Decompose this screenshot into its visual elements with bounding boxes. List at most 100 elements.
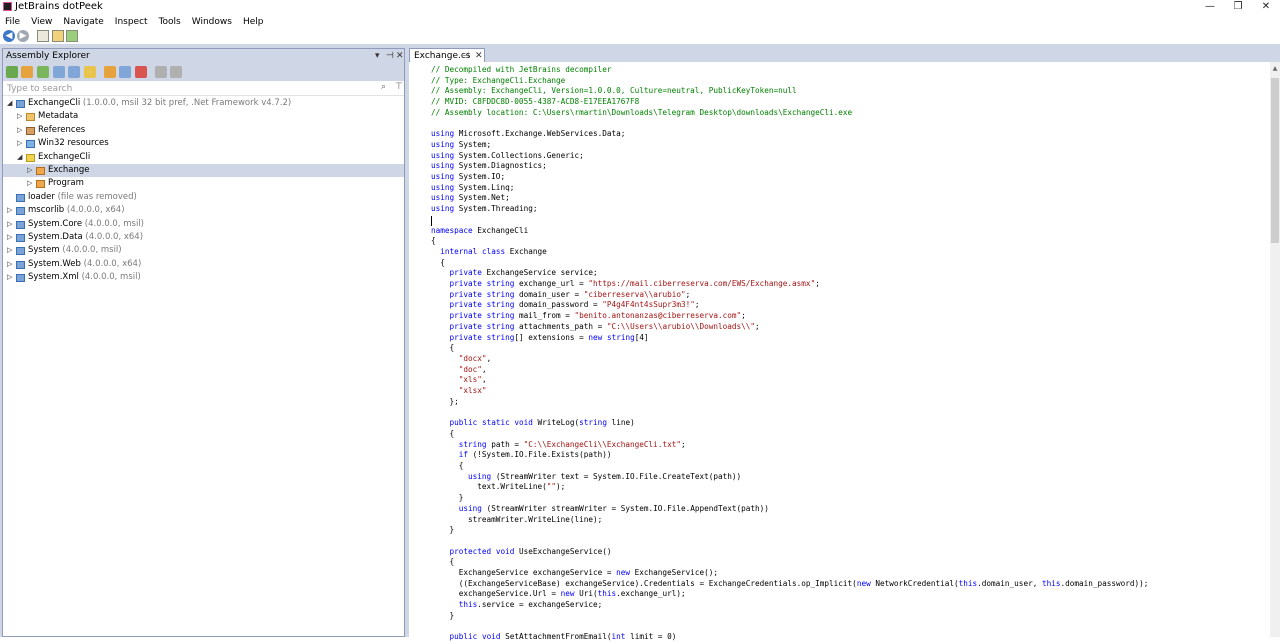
code-line: string path = "C:\\ExchangeCli\\Exchange… xyxy=(458,439,686,449)
expanded-arrow-icon[interactable]: ◢ xyxy=(7,97,12,110)
tree-node-text: loader (file was removed) xyxy=(28,191,137,204)
tree-node[interactable]: ▷ System (4.0.0.0, msil) xyxy=(3,244,404,257)
tree-node-meta: (4.0.0.0, x64) xyxy=(66,205,125,216)
tree-node-label: ExchangeCli xyxy=(28,98,81,108)
tab-pin-icon[interactable]: ⊣ xyxy=(462,49,469,63)
tree-node[interactable]: ▷ System.Data (4.0.0.0, x64) xyxy=(3,231,404,244)
arrow-left-icon[interactable]: ◀ xyxy=(3,30,15,42)
assembly-explorer-toolbar xyxy=(3,63,404,81)
explore-process-icon[interactable] xyxy=(68,66,80,78)
panel-menu-button[interactable]: ▾ xyxy=(375,49,380,63)
collapsed-arrow-icon[interactable]: ▷ xyxy=(17,124,22,137)
code-line: "xlsx" xyxy=(458,386,487,396)
assembly-icon xyxy=(16,260,25,269)
code-line: private string domain_user = "ciberreser… xyxy=(449,289,691,299)
tab-close-icon[interactable]: ✕ xyxy=(475,49,483,63)
collapsed-arrow-icon[interactable]: ▷ xyxy=(7,204,12,217)
folder-icon[interactable] xyxy=(52,30,64,42)
code-line: using (StreamWriter streamWriter = Syste… xyxy=(458,503,769,513)
vertical-scrollbar[interactable]: ▲ xyxy=(1270,62,1280,637)
code-line: if (!System.IO.File.Exists(path)) xyxy=(458,450,612,460)
collapsed-arrow-icon[interactable]: ▷ xyxy=(17,137,22,150)
assembly-explorer-panel: Assembly Explorer ▾ ⊣ ✕ ⌕ ⊤ ◢ ExchangeCli… xyxy=(2,48,405,637)
panel-close-button[interactable]: ✕ xyxy=(396,49,404,63)
collapsed-arrow-icon[interactable]: ▷ xyxy=(17,110,22,123)
tree-node[interactable]: ▷ Program xyxy=(3,177,404,190)
menu-bar: File View Navigate Inspect Tools Windows Help xyxy=(0,14,1280,28)
search-box: ⌕ ⊤ xyxy=(3,81,404,96)
tree-node[interactable]: ▷ Metadata xyxy=(3,110,404,123)
menu-inspect[interactable]: Inspect xyxy=(114,15,148,29)
code-line: "docx", xyxy=(458,353,492,363)
stop-icon[interactable] xyxy=(37,30,49,42)
tree-node[interactable]: ◢ ExchangeCli xyxy=(3,151,404,164)
pdb-icon[interactable] xyxy=(119,66,131,78)
export-project-icon[interactable] xyxy=(104,66,116,78)
arrow-right-icon[interactable]: ▶ xyxy=(17,30,29,42)
menu-navigate[interactable]: Navigate xyxy=(62,15,103,29)
code-line: exchangeService.Url = new Uri(this.excha… xyxy=(431,589,686,599)
collapsed-arrow-icon[interactable]: ▷ xyxy=(7,258,12,271)
tree-node[interactable]: ▷ Exchange xyxy=(3,163,404,178)
collapse-icon[interactable] xyxy=(155,66,167,78)
tree-node[interactable]: ▷ System.Core (4.0.0.0, msil) xyxy=(3,218,404,231)
tree-node-label: Win32 resources xyxy=(38,138,109,149)
tree-node[interactable]: loader (file was removed) xyxy=(3,191,404,204)
collapsed-arrow-icon[interactable]: ▷ xyxy=(7,218,12,231)
close-window-button[interactable]: ✕ xyxy=(1246,0,1280,14)
tab-exchange-cs[interactable]: Exchange.cs ⊣ ✕ xyxy=(409,48,485,62)
code-line: internal class Exchange xyxy=(440,246,547,256)
collapsed-arrow-icon[interactable]: ▷ xyxy=(7,231,12,244)
source-code[interactable]: // Decompiled with JetBrains decompiler … xyxy=(431,65,1148,643)
tree-node-label: System.Core xyxy=(28,218,83,229)
open-assembly-icon[interactable] xyxy=(66,30,78,42)
tree-node[interactable]: ▷ System.Xml (4.0.0.0, msil) xyxy=(3,271,404,284)
menu-windows[interactable]: Windows xyxy=(191,15,232,29)
collapsed-arrow-icon[interactable]: ▷ xyxy=(7,271,12,284)
tree-node-label: ExchangeCli xyxy=(38,151,91,162)
open-from-folder-icon[interactable] xyxy=(21,66,33,78)
assembly-icon xyxy=(16,207,25,216)
remove-icon[interactable] xyxy=(135,66,147,78)
collapsed-arrow-icon[interactable]: ▷ xyxy=(27,164,32,177)
search-options-icon[interactable]: ⌕ xyxy=(381,82,386,92)
tree-node-meta: (4.0.0.0, msil) xyxy=(84,218,144,229)
assembly-icon xyxy=(16,233,25,242)
search-input[interactable] xyxy=(3,82,367,96)
tree-node[interactable]: ▷ mscorlib (4.0.0.0, x64) xyxy=(3,204,404,217)
menu-tools[interactable]: Tools xyxy=(158,15,181,29)
tree-node[interactable]: ◢ ExchangeCli (1.0.0.0, msil 32 bit pref,… xyxy=(3,97,404,110)
tree-node[interactable]: ▷ References xyxy=(3,124,404,137)
search-assembly-icon[interactable] xyxy=(84,66,96,78)
open-icon[interactable] xyxy=(6,66,18,78)
tree-node-text: System.Web (4.0.0.0, x64) xyxy=(28,258,141,271)
panel-pin-button[interactable]: ⊣ xyxy=(386,49,394,63)
assembly-icon xyxy=(16,100,25,108)
menu-view[interactable]: View xyxy=(30,15,52,29)
scrollbar-thumb[interactable] xyxy=(1271,78,1279,243)
tree-node-text: System.Xml (4.0.0.0, msil) xyxy=(28,271,141,284)
metadata-icon xyxy=(26,113,35,122)
code-line: using (StreamWriter text = System.IO.Fil… xyxy=(468,471,742,481)
collapsed-arrow-icon[interactable]: ▷ xyxy=(7,244,12,257)
code-line: using System.Diagnostics; xyxy=(431,161,547,171)
tree-node[interactable]: ▷ Win32 resources xyxy=(3,137,404,150)
code-line: { xyxy=(431,428,455,438)
expanded-arrow-icon[interactable]: ◢ xyxy=(17,151,22,164)
menu-file[interactable]: File xyxy=(4,15,20,29)
search-pin-icon[interactable]: ⊤ xyxy=(395,82,403,92)
menu-help[interactable]: Help xyxy=(242,15,264,29)
collapsed-arrow-icon[interactable]: ▷ xyxy=(27,177,32,190)
settings-icon[interactable] xyxy=(170,66,182,78)
code-line: { xyxy=(431,257,445,267)
tree-node-text: ExchangeCli xyxy=(38,151,90,164)
code-line: this.service = exchangeService; xyxy=(458,600,603,610)
tree-node-label: References xyxy=(38,124,86,135)
code-line: private ExchangeService service; xyxy=(449,268,598,278)
open-from-gac-icon[interactable] xyxy=(37,66,49,78)
tree-node-text: System.Core (4.0.0.0, msil) xyxy=(28,218,144,231)
open-list-icon[interactable] xyxy=(53,66,65,78)
code-line: namespace ExchangeCli xyxy=(431,225,529,235)
tree-node[interactable]: ▷ System.Web (4.0.0.0, x64) xyxy=(3,258,404,271)
scroll-up-icon[interactable]: ▲ xyxy=(1270,64,1280,74)
